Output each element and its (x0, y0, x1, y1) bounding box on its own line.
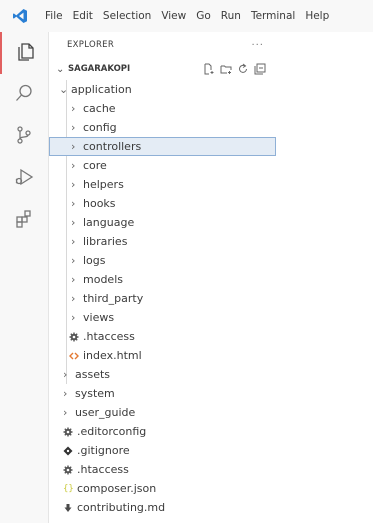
tree-folder-libraries[interactable]: › libraries (49, 232, 276, 251)
new-file-icon[interactable] (203, 63, 215, 75)
source-control-activity-button[interactable] (0, 116, 48, 158)
extensions-activity-button[interactable] (0, 200, 48, 242)
gear-icon (63, 465, 77, 475)
chevron-right-icon: › (63, 368, 68, 381)
menu-go[interactable]: Go (191, 10, 216, 22)
vscode-logo-icon (0, 0, 40, 32)
tree-folder-models[interactable]: › models (49, 270, 276, 289)
chevron-right-icon: › (71, 235, 76, 248)
menu-bar: File Edit Selection View Go Run Terminal… (0, 0, 373, 32)
tree-folder-hooks[interactable]: › hooks (49, 194, 276, 213)
tree-folder-assets[interactable]: › assets (49, 365, 276, 384)
menu-selection[interactable]: Selection (98, 10, 156, 22)
chevron-right-icon: › (71, 178, 76, 191)
menu-run[interactable]: Run (216, 10, 246, 22)
run-debug-icon (13, 166, 35, 192)
workspace-root[interactable]: ⌄ SAGARAKOPI (49, 58, 276, 80)
tree-folder-core[interactable]: › core (49, 156, 276, 175)
chevron-down-icon: ⌄ (59, 83, 69, 96)
markdown-icon (63, 503, 77, 513)
chevron-right-icon: › (63, 406, 68, 419)
menu-help[interactable]: Help (300, 10, 334, 22)
chevron-right-icon: › (71, 121, 76, 134)
activity-bar (0, 32, 49, 523)
more-actions-button[interactable]: ··· (251, 40, 264, 51)
chevron-down-icon: ⌄ (56, 63, 65, 75)
menu-view[interactable]: View (156, 10, 191, 22)
tree-folder-helpers[interactable]: › helpers (49, 175, 276, 194)
workspace-root-label: SAGARAKOPI (68, 64, 131, 74)
gear-icon (63, 427, 77, 437)
tree-folder-language[interactable]: › language (49, 213, 276, 232)
tree-file-index-html[interactable]: index.html (49, 346, 276, 365)
html-icon (69, 351, 83, 361)
run-debug-activity-button[interactable] (0, 158, 48, 200)
explorer-header: EXPLORER ··· (49, 32, 276, 58)
menu-file[interactable]: File (40, 10, 68, 22)
tree-file-composer-json[interactable]: {} composer.json (49, 479, 276, 498)
explorer-title: EXPLORER (67, 40, 115, 50)
source-control-icon (13, 124, 35, 150)
collapse-all-icon[interactable] (254, 63, 266, 75)
tree-folder-application[interactable]: ⌄ application (49, 80, 276, 99)
tree-folder-controllers[interactable]: › controllers (49, 137, 276, 156)
files-icon (15, 40, 37, 66)
tree-folder-third-party[interactable]: › third_party (49, 289, 276, 308)
search-activity-button[interactable] (0, 74, 48, 116)
chevron-right-icon: › (63, 387, 68, 400)
tree-folder-config[interactable]: › config (49, 118, 276, 137)
chevron-right-icon: › (71, 159, 76, 172)
chevron-right-icon: › (71, 216, 76, 229)
tree-folder-cache[interactable]: › cache (49, 99, 276, 118)
search-icon (13, 82, 35, 108)
chevron-right-icon: › (71, 197, 76, 210)
tree-folder-user-guide[interactable]: › user_guide (49, 403, 276, 422)
tree-file-gitignore[interactable]: .gitignore (49, 441, 276, 460)
tree-folder-views[interactable]: › views (49, 308, 276, 327)
chevron-right-icon: › (71, 254, 76, 267)
tree-file-contributing-md[interactable]: contributing.md (49, 498, 276, 517)
tree-folder-logs[interactable]: › logs (49, 251, 276, 270)
menu-terminal[interactable]: Terminal (246, 10, 300, 22)
json-icon: {} (63, 483, 74, 494)
gear-icon (69, 332, 83, 342)
git-icon (63, 446, 77, 456)
tree-file-htaccess-app[interactable]: .htaccess (49, 327, 276, 346)
chevron-right-icon: › (71, 273, 76, 286)
tree-file-editorconfig[interactable]: .editorconfig (49, 422, 276, 441)
chevron-right-icon: › (71, 102, 76, 115)
explorer-sidebar: EXPLORER ··· ⌄ SAGARAKOPI ⌄ application … (49, 32, 276, 523)
chevron-right-icon: › (71, 292, 76, 305)
extensions-icon (13, 208, 35, 234)
refresh-icon[interactable] (237, 63, 249, 75)
tree-file-htaccess-root[interactable]: .htaccess (49, 460, 276, 479)
chevron-right-icon: › (71, 311, 76, 324)
new-folder-icon[interactable] (220, 63, 232, 75)
explorer-activity-button[interactable] (0, 32, 50, 74)
chevron-right-icon: › (71, 140, 76, 153)
menu-edit[interactable]: Edit (68, 10, 98, 22)
tree-folder-system[interactable]: › system (49, 384, 276, 403)
